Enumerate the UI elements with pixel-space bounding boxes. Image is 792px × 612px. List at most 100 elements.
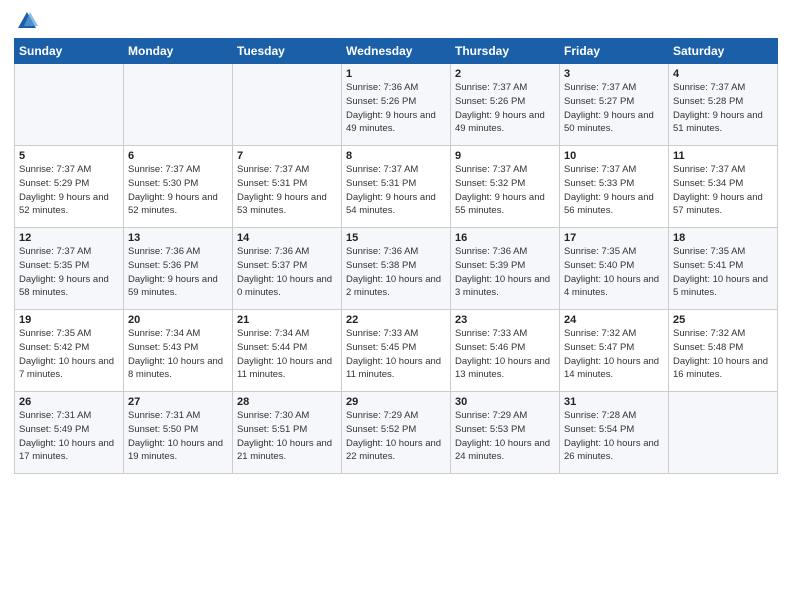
day-cell-27: 27Sunrise: 7:31 AM Sunset: 5:50 PM Dayli…	[124, 392, 233, 474]
day-number: 24	[564, 314, 664, 326]
day-cell-8: 8Sunrise: 7:37 AM Sunset: 5:31 PM Daylig…	[342, 146, 451, 228]
day-info: Sunrise: 7:37 AM Sunset: 5:30 PM Dayligh…	[128, 163, 228, 218]
day-cell-9: 9Sunrise: 7:37 AM Sunset: 5:32 PM Daylig…	[451, 146, 560, 228]
day-cell-7: 7Sunrise: 7:37 AM Sunset: 5:31 PM Daylig…	[233, 146, 342, 228]
day-number: 23	[455, 314, 555, 326]
logo	[14, 10, 38, 32]
day-cell-29: 29Sunrise: 7:29 AM Sunset: 5:52 PM Dayli…	[342, 392, 451, 474]
week-row-5: 26Sunrise: 7:31 AM Sunset: 5:49 PM Dayli…	[15, 392, 778, 474]
day-info: Sunrise: 7:37 AM Sunset: 5:28 PM Dayligh…	[673, 81, 773, 136]
day-cell-26: 26Sunrise: 7:31 AM Sunset: 5:49 PM Dayli…	[15, 392, 124, 474]
day-info: Sunrise: 7:30 AM Sunset: 5:51 PM Dayligh…	[237, 409, 337, 464]
day-cell-22: 22Sunrise: 7:33 AM Sunset: 5:45 PM Dayli…	[342, 310, 451, 392]
day-cell-15: 15Sunrise: 7:36 AM Sunset: 5:38 PM Dayli…	[342, 228, 451, 310]
day-number: 10	[564, 150, 664, 162]
day-number: 29	[346, 396, 446, 408]
day-info: Sunrise: 7:36 AM Sunset: 5:39 PM Dayligh…	[455, 245, 555, 300]
day-info: Sunrise: 7:37 AM Sunset: 5:26 PM Dayligh…	[455, 81, 555, 136]
day-info: Sunrise: 7:33 AM Sunset: 5:45 PM Dayligh…	[346, 327, 446, 382]
day-info: Sunrise: 7:29 AM Sunset: 5:52 PM Dayligh…	[346, 409, 446, 464]
day-info: Sunrise: 7:36 AM Sunset: 5:38 PM Dayligh…	[346, 245, 446, 300]
day-cell-14: 14Sunrise: 7:36 AM Sunset: 5:37 PM Dayli…	[233, 228, 342, 310]
day-number: 20	[128, 314, 228, 326]
day-number: 26	[19, 396, 119, 408]
day-number: 25	[673, 314, 773, 326]
day-info: Sunrise: 7:37 AM Sunset: 5:35 PM Dayligh…	[19, 245, 119, 300]
weekday-friday: Friday	[560, 39, 669, 64]
day-info: Sunrise: 7:36 AM Sunset: 5:37 PM Dayligh…	[237, 245, 337, 300]
day-info: Sunrise: 7:36 AM Sunset: 5:36 PM Dayligh…	[128, 245, 228, 300]
logo-icon	[16, 10, 38, 32]
day-cell-20: 20Sunrise: 7:34 AM Sunset: 5:43 PM Dayli…	[124, 310, 233, 392]
day-number: 22	[346, 314, 446, 326]
day-cell-23: 23Sunrise: 7:33 AM Sunset: 5:46 PM Dayli…	[451, 310, 560, 392]
empty-cell	[233, 64, 342, 146]
week-row-4: 19Sunrise: 7:35 AM Sunset: 5:42 PM Dayli…	[15, 310, 778, 392]
day-number: 12	[19, 232, 119, 244]
day-cell-28: 28Sunrise: 7:30 AM Sunset: 5:51 PM Dayli…	[233, 392, 342, 474]
day-cell-1: 1Sunrise: 7:36 AM Sunset: 5:26 PM Daylig…	[342, 64, 451, 146]
weekday-header-row: SundayMondayTuesdayWednesdayThursdayFrid…	[15, 39, 778, 64]
day-cell-3: 3Sunrise: 7:37 AM Sunset: 5:27 PM Daylig…	[560, 64, 669, 146]
day-number: 14	[237, 232, 337, 244]
day-number: 19	[19, 314, 119, 326]
day-info: Sunrise: 7:37 AM Sunset: 5:31 PM Dayligh…	[237, 163, 337, 218]
day-info: Sunrise: 7:32 AM Sunset: 5:48 PM Dayligh…	[673, 327, 773, 382]
day-number: 28	[237, 396, 337, 408]
day-number: 4	[673, 68, 773, 80]
weekday-monday: Monday	[124, 39, 233, 64]
day-number: 5	[19, 150, 119, 162]
day-number: 13	[128, 232, 228, 244]
day-cell-25: 25Sunrise: 7:32 AM Sunset: 5:48 PM Dayli…	[669, 310, 778, 392]
weekday-tuesday: Tuesday	[233, 39, 342, 64]
day-info: Sunrise: 7:34 AM Sunset: 5:43 PM Dayligh…	[128, 327, 228, 382]
day-info: Sunrise: 7:36 AM Sunset: 5:26 PM Dayligh…	[346, 81, 446, 136]
day-cell-31: 31Sunrise: 7:28 AM Sunset: 5:54 PM Dayli…	[560, 392, 669, 474]
day-cell-5: 5Sunrise: 7:37 AM Sunset: 5:29 PM Daylig…	[15, 146, 124, 228]
empty-cell	[124, 64, 233, 146]
weekday-thursday: Thursday	[451, 39, 560, 64]
weekday-sunday: Sunday	[15, 39, 124, 64]
day-number: 27	[128, 396, 228, 408]
day-info: Sunrise: 7:37 AM Sunset: 5:29 PM Dayligh…	[19, 163, 119, 218]
day-number: 6	[128, 150, 228, 162]
day-cell-18: 18Sunrise: 7:35 AM Sunset: 5:41 PM Dayli…	[669, 228, 778, 310]
day-number: 3	[564, 68, 664, 80]
page: SundayMondayTuesdayWednesdayThursdayFrid…	[0, 0, 792, 612]
day-number: 7	[237, 150, 337, 162]
header	[14, 10, 778, 32]
day-cell-13: 13Sunrise: 7:36 AM Sunset: 5:36 PM Dayli…	[124, 228, 233, 310]
day-cell-30: 30Sunrise: 7:29 AM Sunset: 5:53 PM Dayli…	[451, 392, 560, 474]
week-row-3: 12Sunrise: 7:37 AM Sunset: 5:35 PM Dayli…	[15, 228, 778, 310]
day-number: 11	[673, 150, 773, 162]
empty-cell	[15, 64, 124, 146]
day-info: Sunrise: 7:37 AM Sunset: 5:32 PM Dayligh…	[455, 163, 555, 218]
day-cell-11: 11Sunrise: 7:37 AM Sunset: 5:34 PM Dayli…	[669, 146, 778, 228]
weekday-wednesday: Wednesday	[342, 39, 451, 64]
calendar: SundayMondayTuesdayWednesdayThursdayFrid…	[14, 38, 778, 474]
day-info: Sunrise: 7:31 AM Sunset: 5:50 PM Dayligh…	[128, 409, 228, 464]
day-info: Sunrise: 7:28 AM Sunset: 5:54 PM Dayligh…	[564, 409, 664, 464]
day-info: Sunrise: 7:33 AM Sunset: 5:46 PM Dayligh…	[455, 327, 555, 382]
day-cell-16: 16Sunrise: 7:36 AM Sunset: 5:39 PM Dayli…	[451, 228, 560, 310]
day-number: 30	[455, 396, 555, 408]
day-cell-6: 6Sunrise: 7:37 AM Sunset: 5:30 PM Daylig…	[124, 146, 233, 228]
day-info: Sunrise: 7:37 AM Sunset: 5:33 PM Dayligh…	[564, 163, 664, 218]
day-number: 9	[455, 150, 555, 162]
day-info: Sunrise: 7:35 AM Sunset: 5:40 PM Dayligh…	[564, 245, 664, 300]
day-cell-19: 19Sunrise: 7:35 AM Sunset: 5:42 PM Dayli…	[15, 310, 124, 392]
day-info: Sunrise: 7:35 AM Sunset: 5:42 PM Dayligh…	[19, 327, 119, 382]
day-cell-12: 12Sunrise: 7:37 AM Sunset: 5:35 PM Dayli…	[15, 228, 124, 310]
day-info: Sunrise: 7:31 AM Sunset: 5:49 PM Dayligh…	[19, 409, 119, 464]
day-number: 15	[346, 232, 446, 244]
day-number: 1	[346, 68, 446, 80]
day-cell-17: 17Sunrise: 7:35 AM Sunset: 5:40 PM Dayli…	[560, 228, 669, 310]
day-number: 17	[564, 232, 664, 244]
day-cell-10: 10Sunrise: 7:37 AM Sunset: 5:33 PM Dayli…	[560, 146, 669, 228]
week-row-1: 1Sunrise: 7:36 AM Sunset: 5:26 PM Daylig…	[15, 64, 778, 146]
day-info: Sunrise: 7:32 AM Sunset: 5:47 PM Dayligh…	[564, 327, 664, 382]
weekday-saturday: Saturday	[669, 39, 778, 64]
day-number: 2	[455, 68, 555, 80]
day-number: 31	[564, 396, 664, 408]
day-number: 21	[237, 314, 337, 326]
